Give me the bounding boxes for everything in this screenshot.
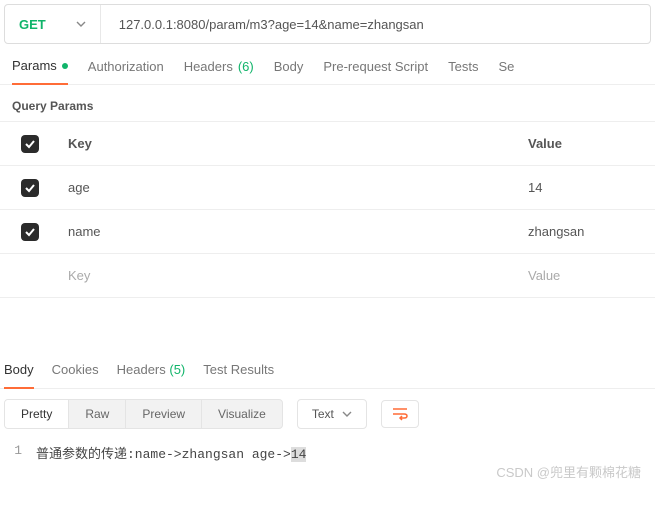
rtab-test-results[interactable]: Test Results bbox=[203, 362, 274, 388]
response-tabs: Body Cookies Headers (5) Test Results bbox=[0, 348, 655, 389]
value-cell[interactable]: zhangsan bbox=[520, 224, 655, 239]
view-visualize[interactable]: Visualize bbox=[202, 400, 282, 428]
tab-tests[interactable]: Tests bbox=[448, 58, 478, 84]
chevron-down-icon bbox=[76, 19, 86, 29]
view-pretty[interactable]: Pretty bbox=[5, 400, 69, 428]
watermark: CSDN @兜里有颗棉花糖 bbox=[496, 462, 641, 481]
view-segmented: Pretty Raw Preview Visualize bbox=[4, 399, 283, 429]
response-line: 普通参数的传递:name->zhangsan age->14 bbox=[36, 443, 306, 462]
tab-authorization[interactable]: Authorization bbox=[88, 58, 164, 84]
value-cell[interactable]: 14 bbox=[520, 180, 655, 195]
tab-params[interactable]: Params bbox=[12, 58, 68, 85]
query-params-title: Query Params bbox=[0, 85, 655, 121]
url-input[interactable] bbox=[101, 17, 650, 32]
checkbox-icon bbox=[21, 179, 39, 197]
line-number: 1 bbox=[4, 443, 36, 462]
dot-indicator bbox=[62, 63, 68, 69]
value-header: Value bbox=[520, 136, 655, 151]
row-checkbox[interactable] bbox=[0, 223, 60, 241]
table-row-empty: Key Value bbox=[0, 254, 655, 298]
value-placeholder[interactable]: Value bbox=[520, 268, 655, 283]
view-raw[interactable]: Raw bbox=[69, 400, 126, 428]
tab-body[interactable]: Body bbox=[274, 58, 304, 84]
rtab-cookies[interactable]: Cookies bbox=[52, 362, 99, 388]
key-cell[interactable]: age bbox=[60, 180, 520, 195]
row-checkbox[interactable] bbox=[0, 179, 60, 197]
wrap-icon bbox=[392, 407, 408, 421]
highlighted-text: 14 bbox=[291, 447, 307, 462]
chevron-down-icon bbox=[342, 409, 352, 419]
key-cell[interactable]: name bbox=[60, 224, 520, 239]
table-row: age 14 bbox=[0, 166, 655, 210]
key-placeholder[interactable]: Key bbox=[60, 268, 520, 283]
tab-headers[interactable]: Headers (6) bbox=[184, 58, 254, 84]
checkbox-icon bbox=[21, 135, 39, 153]
table-header-row: Key Value bbox=[0, 122, 655, 166]
key-header: Key bbox=[60, 136, 520, 151]
view-preview[interactable]: Preview bbox=[126, 400, 202, 428]
rtab-body[interactable]: Body bbox=[4, 362, 34, 389]
method-dropdown[interactable]: GET bbox=[5, 5, 101, 43]
url-bar: GET bbox=[4, 4, 651, 44]
tab-settings[interactable]: Se bbox=[498, 58, 514, 84]
query-params-table: Key Value age 14 name zhangsan Key Value bbox=[0, 121, 655, 298]
tab-prerequest[interactable]: Pre-request Script bbox=[323, 58, 428, 84]
wrap-lines-button[interactable] bbox=[381, 400, 419, 428]
response-view-bar: Pretty Raw Preview Visualize Text bbox=[0, 389, 655, 439]
checkbox-icon bbox=[21, 223, 39, 241]
table-row: name zhangsan bbox=[0, 210, 655, 254]
content-type-dropdown[interactable]: Text bbox=[297, 399, 367, 429]
method-label: GET bbox=[19, 17, 46, 32]
request-tabs: Params Authorization Headers (6) Body Pr… bbox=[0, 44, 655, 85]
checkbox-header[interactable] bbox=[0, 135, 60, 153]
rtab-headers[interactable]: Headers (5) bbox=[117, 362, 186, 388]
